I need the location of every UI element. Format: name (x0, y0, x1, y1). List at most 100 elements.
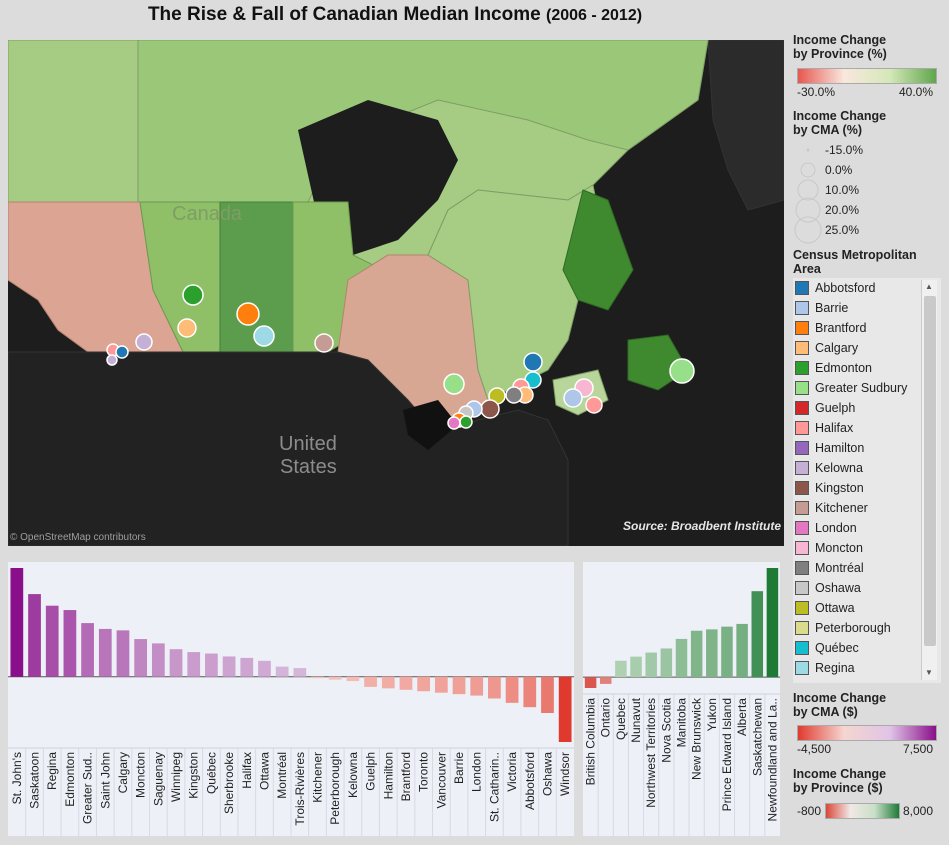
cma-bar-chart[interactable]: St. John's Saskatoon Regina Edmonton Greater… (8, 562, 574, 836)
legend-cma-item-label: London (815, 521, 857, 535)
legend-cma-item[interactable]: Québec (793, 638, 941, 658)
legend-cma-item[interactable]: Kitchener (793, 498, 941, 518)
bar[interactable] (81, 623, 94, 677)
bar[interactable] (505, 676, 519, 703)
bar[interactable] (258, 660, 271, 677)
bar[interactable] (98, 628, 112, 677)
bar[interactable] (615, 660, 627, 678)
bar[interactable] (134, 639, 148, 677)
legend-cma-item-label: Montréal (815, 561, 864, 575)
bar[interactable] (28, 594, 41, 677)
category-label: Moncton (134, 752, 148, 798)
bar[interactable] (599, 677, 612, 684)
legend-province-pct-title: Income Change by Province (%) (793, 33, 887, 61)
bar[interactable] (364, 676, 377, 687)
bar[interactable] (751, 591, 764, 678)
category-label: New Brunswick (690, 697, 704, 780)
legend-cma-item[interactable]: London (793, 518, 941, 538)
legend-cma-item[interactable]: Montréal (793, 558, 941, 578)
bar[interactable] (541, 676, 554, 713)
legend-cma-list[interactable]: Abbotsford Barrie Brantford Calgary Edmonton… (793, 278, 941, 683)
bar[interactable] (584, 677, 597, 688)
map-source: Source: Broadbent Institute (623, 519, 782, 533)
category-label: Trois-Rivières (293, 752, 307, 826)
legend-cma-item[interactable]: Regina (793, 658, 941, 678)
bar[interactable] (523, 676, 537, 708)
legend-cma-item[interactable]: Halifax (793, 418, 941, 438)
color-swatch-icon (795, 361, 809, 375)
bar[interactable] (470, 676, 484, 696)
bar[interactable] (10, 568, 24, 677)
income-map[interactable]: Canada United States Source: Broadbent I… (8, 40, 784, 546)
bar[interactable] (293, 668, 307, 677)
legend-cma-item[interactable]: Hamilton (793, 438, 941, 458)
category-label: Kingston (187, 752, 201, 799)
bar[interactable] (736, 623, 748, 678)
category-label: Windsor (558, 752, 572, 796)
category-label: Québec (204, 752, 218, 794)
legend-cma-item[interactable]: Kelowna (793, 458, 941, 478)
legend-cma-item[interactable]: Edmonton (793, 358, 941, 378)
bar[interactable] (766, 568, 779, 678)
bar[interactable] (328, 676, 342, 680)
bar[interactable] (675, 638, 688, 678)
category-label: Kitchener (311, 752, 325, 803)
color-swatch-icon (795, 661, 809, 675)
scroll-down-icon[interactable]: ▼ (925, 668, 933, 677)
legend-size-label: 10.0% (825, 183, 860, 197)
legend-cma-dollar-max: 7,500 (903, 742, 934, 756)
legend-cma-item-label: Greater Sudbury (815, 381, 908, 395)
legend-cma-item[interactable]: Brantford (793, 318, 941, 338)
bar[interactable] (452, 676, 466, 695)
bar[interactable] (558, 676, 572, 742)
bar[interactable] (151, 643, 165, 677)
scroll-thumb[interactable] (924, 296, 936, 646)
legend-cma-item[interactable]: Barrie (793, 298, 941, 318)
color-swatch-icon (795, 281, 809, 295)
legend-cma-item[interactable]: Moncton (793, 538, 941, 558)
bar[interactable] (721, 626, 733, 678)
legend-cma-item-label: Moncton (815, 541, 863, 555)
circle-size-icon (794, 216, 822, 244)
bar[interactable] (434, 676, 448, 693)
color-swatch-icon (795, 481, 809, 495)
legend-cma-scrollbar[interactable]: ▲ ▼ (921, 280, 937, 680)
bar[interactable] (660, 648, 673, 678)
category-label: Abbotsford (523, 752, 537, 810)
bar[interactable] (630, 656, 642, 678)
category-label: St. Catharin.. (487, 752, 501, 822)
legend-size-label: 25.0% (825, 223, 860, 237)
bar[interactable] (311, 676, 324, 679)
scroll-up-icon[interactable]: ▲ (925, 282, 933, 291)
legend-cma-item[interactable]: Oshawa (793, 578, 941, 598)
legend-cma-item-label: Kitchener (815, 501, 868, 515)
legend-cma-item[interactable]: Guelph (793, 398, 941, 418)
bar[interactable] (116, 630, 130, 677)
bar[interactable] (417, 676, 431, 692)
bar[interactable] (45, 605, 59, 677)
bar[interactable] (381, 676, 395, 689)
bar[interactable] (706, 629, 718, 678)
bar[interactable] (240, 657, 254, 677)
bar[interactable] (690, 630, 703, 678)
bar[interactable] (222, 656, 236, 677)
bar[interactable] (346, 676, 360, 682)
legend-cma-item[interactable]: Abbotsford (793, 278, 941, 298)
color-swatch-icon (795, 521, 809, 535)
bar[interactable] (169, 649, 183, 677)
legend-cma-item[interactable]: Greater Sudbury (793, 378, 941, 398)
bar[interactable] (187, 652, 201, 677)
legend-cma-item[interactable]: Ottawa (793, 598, 941, 618)
legend-cma-item[interactable]: Peterborough (793, 618, 941, 638)
bar[interactable] (275, 666, 289, 677)
legend-cma-item[interactable]: Calgary (793, 338, 941, 358)
bar[interactable] (488, 676, 501, 699)
bar[interactable] (63, 610, 77, 677)
bar[interactable] (205, 653, 218, 677)
province-bar-chart[interactable]: British Columbia Ontario Quebec Nunavut Nort… (583, 562, 780, 836)
bar[interactable] (645, 652, 657, 678)
color-swatch-icon (795, 621, 809, 635)
bar[interactable] (399, 676, 413, 690)
color-swatch-icon (795, 501, 809, 515)
legend-cma-item[interactable]: Kingston (793, 478, 941, 498)
